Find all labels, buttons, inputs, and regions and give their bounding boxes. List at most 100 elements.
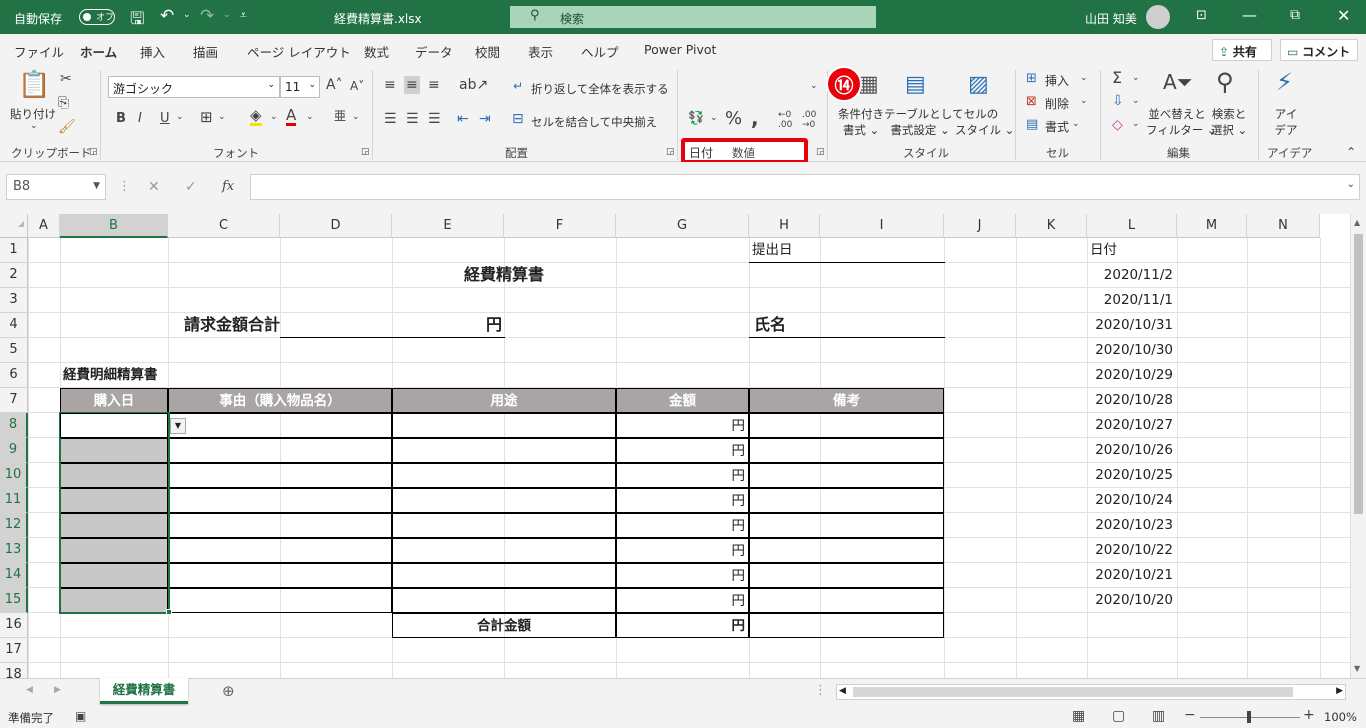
fill-icon[interactable]: ⇩ bbox=[1112, 94, 1124, 108]
comment-button[interactable]: ▭ コメント bbox=[1280, 39, 1358, 61]
row-header-15[interactable]: 15 bbox=[0, 588, 28, 613]
table-cell[interactable] bbox=[392, 463, 616, 488]
fill-dropdown-icon[interactable]: ⌄ bbox=[1132, 97, 1140, 106]
underline-icon[interactable]: U bbox=[160, 112, 170, 125]
table-header-cell[interactable]: 金額 bbox=[616, 388, 749, 413]
enter-icon[interactable]: ✓ bbox=[185, 180, 197, 194]
date-list-item[interactable]: 2020/10/27 bbox=[1087, 413, 1175, 438]
autosum-dropdown-icon[interactable]: ⌄ bbox=[1132, 74, 1140, 83]
align-right-icon[interactable]: ☰ bbox=[428, 112, 441, 126]
minimize-icon[interactable]: — bbox=[1242, 6, 1257, 24]
share-button[interactable]: ⇪ 共有 bbox=[1212, 39, 1272, 61]
table-cell[interactable] bbox=[749, 563, 944, 588]
table-cell[interactable] bbox=[392, 413, 616, 438]
save-icon[interactable]: 🖫 bbox=[130, 6, 144, 35]
table-cell[interactable] bbox=[749, 438, 944, 463]
alignment-launcher-icon[interactable]: ◲ bbox=[666, 148, 675, 157]
paste-icon[interactable]: 📋 bbox=[18, 72, 50, 98]
avatar[interactable] bbox=[1146, 5, 1170, 29]
column-header-j[interactable]: J bbox=[944, 214, 1016, 238]
name-label[interactable]: 氏名 bbox=[754, 313, 818, 338]
zoom-in-icon[interactable]: + bbox=[1303, 708, 1315, 722]
date-list-item[interactable]: 2020/10/22 bbox=[1087, 538, 1175, 563]
font-color-icon[interactable]: A bbox=[286, 108, 297, 126]
total-amount-label[interactable]: 請求金額合計 bbox=[168, 313, 280, 338]
table-cell[interactable] bbox=[749, 513, 944, 538]
total-yen-unit[interactable]: 円 bbox=[392, 313, 502, 338]
clear-icon[interactable]: ◇ bbox=[1112, 118, 1123, 132]
horizontal-scrollbar[interactable]: ◀ ▶ bbox=[836, 684, 1346, 700]
table-cell[interactable] bbox=[168, 488, 392, 513]
restore-icon[interactable]: ⧉ bbox=[1290, 7, 1300, 23]
format-table-icon[interactable]: ▤ bbox=[905, 74, 926, 96]
page-layout-view-icon[interactable]: ▢ bbox=[1112, 709, 1125, 723]
decrease-font-icon[interactable]: A˅ bbox=[350, 80, 364, 92]
table-cell[interactable] bbox=[168, 413, 392, 438]
font-color-dropdown-icon[interactable]: ⌄ bbox=[306, 113, 314, 122]
column-header-a[interactable]: A bbox=[28, 214, 60, 238]
row-header-8[interactable]: 8 bbox=[0, 413, 28, 438]
table-cell[interactable] bbox=[168, 538, 392, 563]
row-header-13[interactable]: 13 bbox=[0, 538, 28, 563]
total-row-note[interactable] bbox=[749, 613, 944, 638]
tab-view[interactable]: 表示 bbox=[528, 42, 553, 61]
date-list-item[interactable]: 2020/10/20 bbox=[1087, 588, 1175, 613]
collapse-ribbon-icon[interactable]: ⌃ bbox=[1346, 146, 1356, 158]
font-name-select[interactable]: 游ゴシック ⌄ bbox=[108, 76, 280, 98]
table-cell[interactable] bbox=[392, 513, 616, 538]
date-list-item[interactable]: 2020/10/21 bbox=[1087, 563, 1175, 588]
format-as-table-button[interactable]: テーブルとして 書式設定 ⌄ bbox=[884, 106, 963, 138]
italic-icon[interactable]: I bbox=[138, 112, 142, 125]
column-header-h[interactable]: H bbox=[749, 214, 820, 238]
ribbon-display-icon[interactable]: ⊡ bbox=[1196, 8, 1207, 23]
tab-page-layout[interactable]: ページ レイアウト bbox=[247, 42, 351, 61]
tab-split-icon[interactable]: ⋮ bbox=[814, 684, 827, 697]
date-list-item[interactable]: 2020/10/29 bbox=[1087, 363, 1175, 388]
sort-filter-icon[interactable]: A⏷ bbox=[1163, 72, 1193, 92]
table-cell[interactable]: 円 bbox=[616, 438, 749, 463]
find-select-icon[interactable]: ⚲ bbox=[1216, 70, 1234, 94]
submit-date-label[interactable]: 提出日 bbox=[752, 238, 820, 263]
table-header-cell[interactable]: 用途 bbox=[392, 388, 616, 413]
row-header-1[interactable]: 1 bbox=[0, 238, 28, 263]
table-cell[interactable] bbox=[168, 513, 392, 538]
column-header-g[interactable]: G bbox=[616, 214, 749, 238]
font-launcher-icon[interactable]: ◲ bbox=[361, 148, 370, 157]
table-cell[interactable] bbox=[168, 563, 392, 588]
zoom-level[interactable]: 100% bbox=[1324, 710, 1357, 724]
table-cell[interactable]: 円 bbox=[616, 538, 749, 563]
row-header-17[interactable]: 17 bbox=[0, 638, 28, 663]
column-header-k[interactable]: K bbox=[1016, 214, 1087, 238]
fill-color-dropdown-icon[interactable]: ⌄ bbox=[270, 113, 278, 122]
undo-dropdown-icon[interactable]: ⌄ bbox=[183, 10, 191, 20]
clear-dropdown-icon[interactable]: ⌄ bbox=[1132, 120, 1140, 129]
decrease-indent-icon[interactable]: ⇤ bbox=[457, 112, 469, 126]
fill-handle[interactable] bbox=[166, 609, 172, 615]
wrap-text-button[interactable]: 折り返して全体を表示する bbox=[531, 81, 669, 97]
date-list-item[interactable]: 2020/10/23 bbox=[1087, 513, 1175, 538]
formula-bar-more-icon[interactable]: ⋮ bbox=[118, 180, 131, 193]
underline-dropdown-icon[interactable]: ⌄ bbox=[176, 113, 184, 122]
wrap-text-icon[interactable]: ↵ bbox=[513, 80, 523, 92]
table-header-cell[interactable]: 購入日 bbox=[60, 388, 168, 413]
comma-icon[interactable]: , bbox=[751, 108, 759, 128]
copy-icon[interactable]: ⎘ bbox=[58, 96, 69, 110]
borders-icon[interactable]: ⊞ bbox=[200, 110, 213, 125]
table-cell[interactable]: 円 bbox=[616, 488, 749, 513]
normal-view-icon[interactable]: ▦ bbox=[1072, 709, 1085, 723]
ideas-icon[interactable]: ⚡ bbox=[1276, 70, 1293, 94]
tab-review[interactable]: 校閲 bbox=[475, 42, 500, 61]
date-list-item[interactable]: 2020/11/1 bbox=[1087, 288, 1175, 313]
autosum-icon[interactable]: Σ bbox=[1112, 70, 1122, 86]
macro-record-icon[interactable]: ▣ bbox=[75, 710, 86, 722]
zoom-slider-thumb[interactable] bbox=[1247, 711, 1251, 723]
delete-dropdown-icon[interactable]: ⌄ bbox=[1080, 97, 1088, 106]
ideas-button[interactable]: アイ デア bbox=[1266, 106, 1306, 138]
tab-draw[interactable]: 描画 bbox=[193, 42, 218, 61]
column-header-d[interactable]: D bbox=[280, 214, 392, 238]
worksheet-grid[interactable]: ABCDEFGHIJKLMN 1 2 3 4 5 6 7 8 9 10 11 12 13 14 15 16 17… bbox=[0, 214, 1366, 688]
font-size-select[interactable]: 11 ⌄ bbox=[280, 76, 320, 98]
table-cell[interactable] bbox=[392, 563, 616, 588]
paste-dropdown-icon[interactable]: ⌄ bbox=[30, 122, 38, 131]
table-cell[interactable] bbox=[749, 588, 944, 613]
